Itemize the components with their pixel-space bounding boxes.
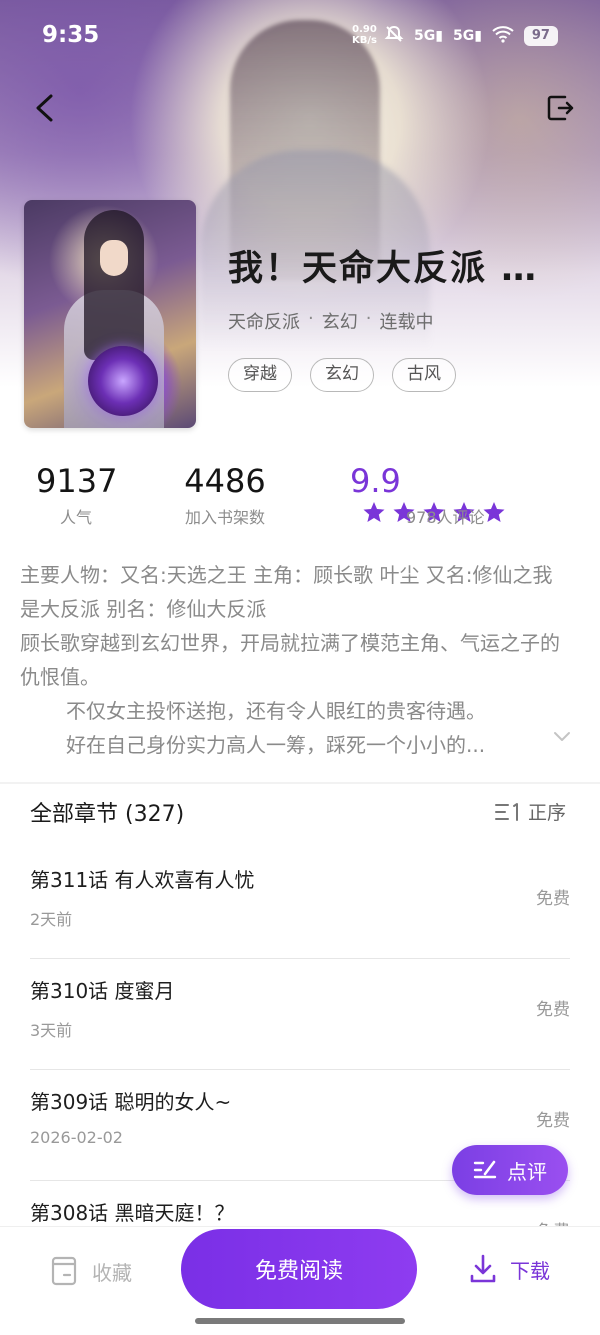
status-icons: 5G▮ 5G▮ 97 (384, 24, 558, 48)
signal-label-2: 5G (452, 28, 475, 44)
download-label: 下载 (510, 1258, 550, 1283)
meta-separator: · (365, 308, 372, 329)
signal-label-1: 5G (414, 28, 436, 44)
description-line: 好在自己身份实力高人一筹，踩死一个小小的... (66, 733, 486, 757)
signal-icon-2: 5G▮ (452, 28, 482, 44)
star-icon (483, 502, 505, 522)
chapter-title: 第309话 聪明的女人~ (30, 1090, 232, 1114)
book-title: 我！天命大反派 … (228, 249, 539, 289)
chapter-fee: 免费 (536, 1000, 570, 1020)
share-button[interactable] (540, 88, 580, 128)
cover-hair (84, 210, 144, 360)
rating-count: 978人评论 (406, 508, 485, 527)
cover-orb (88, 346, 158, 416)
review-label: 点评 (507, 1159, 547, 1184)
download-button[interactable]: 下载 (468, 1253, 550, 1285)
read-free-button[interactable]: 免费阅读 (181, 1229, 417, 1309)
sort-icon (495, 802, 518, 821)
chapter-item[interactable]: 第310话 度蜜月 3天前 免费 (30, 959, 570, 1070)
chapter-date: 2026-02-02 (30, 1128, 123, 1147)
chevron-down-icon[interactable] (552, 726, 572, 746)
status-bar: 9:35 0.90 KB/s 5G▮ 5G▮ 97 (0, 0, 600, 72)
status-time: 9:35 (42, 22, 100, 48)
chapter-date: 2天前 (30, 910, 73, 929)
shelf-label: 加入书架数 (184, 508, 265, 527)
popularity-stat: 9137 人气 (36, 462, 118, 528)
description-line: 顾长歌穿越到玄幻世界，开局就拉满了模范主角、气运之子的仇恨值。 (20, 631, 560, 689)
chevron-left-icon (36, 94, 53, 122)
download-icon (470, 1254, 496, 1283)
chapter-title: 第310话 度蜜月 (30, 979, 175, 1003)
description-line: 主要人物：又名:天选之王 主角：顾长歌 叶尘 又名:修仙之我是大反派 别名：修仙… (20, 563, 553, 621)
signal-icon-1: 5G▮ (414, 28, 443, 44)
favorite-label: 收藏 (92, 1260, 132, 1285)
rating-score: 9.9 (350, 462, 401, 500)
tag-list: 穿越 玄幻 古风 (228, 358, 456, 392)
wifi-icon (492, 25, 514, 47)
home-indicator[interactable] (195, 1318, 405, 1324)
battery-indicator: 97 (523, 26, 558, 46)
section-divider (0, 782, 600, 784)
tag-chip[interactable]: 古风 (392, 358, 456, 392)
star-icon (363, 502, 385, 522)
pen-icon (473, 1160, 497, 1179)
chapter-title: 第311话 有人欢喜有人忧 (30, 868, 255, 892)
chapter-item[interactable]: 第311话 有人欢喜有人忧 2天前 免费 (30, 848, 570, 959)
sort-toggle[interactable]: 正序 (494, 798, 566, 825)
description-line-truncated: 好在自己身份实力高人一筹，踩死一个小小的... (20, 728, 560, 762)
back-button[interactable] (24, 88, 64, 128)
share-icon (547, 95, 574, 121)
rating-stat[interactable]: 9.9 978人评论 (350, 462, 550, 527)
mute-icon (384, 24, 404, 48)
shelf-stat: 4486 加入书架数 (175, 462, 275, 528)
sort-label: 正序 (528, 802, 567, 824)
book-cover[interactable] (24, 200, 196, 428)
bookshelf-icon (51, 1256, 77, 1286)
chapter-fee: 免费 (536, 1111, 570, 1131)
chapter-date: 3天前 (30, 1021, 73, 1040)
book-genre: 玄幻 (321, 312, 358, 333)
chapter-list-header: 全部章节 (327) (30, 802, 185, 827)
chapter-fee: 免费 (536, 889, 570, 909)
meta-separator: · (308, 308, 314, 329)
shelf-value: 4486 (184, 462, 266, 500)
review-button[interactable]: 点评 (452, 1145, 568, 1195)
book-status: 连载中 (379, 312, 434, 333)
popularity-value: 9137 (36, 462, 118, 500)
tag-chip[interactable]: 玄幻 (310, 358, 374, 392)
chapter-title: 第308话 黑暗天庭！？ (30, 1201, 235, 1225)
favorite-button[interactable]: 收藏 (50, 1255, 132, 1287)
book-author[interactable]: 天命反派 (228, 308, 300, 334)
book-description[interactable]: 主要人物：又名:天选之王 主角：顾长歌 叶尘 又名:修仙之我是大反派 别名：修仙… (20, 558, 560, 762)
network-speed: 0.90 KB/s (352, 24, 377, 46)
book-meta: 天命反派 · 玄幻 · 连载中 (228, 308, 433, 334)
description-line: 不仅女主投怀送抱，还有令人眼红的贵客待遇。 (66, 699, 486, 723)
network-speed-value: 0.90 (352, 24, 377, 35)
network-speed-unit: KB/s (352, 35, 377, 46)
popularity-label: 人气 (59, 508, 92, 527)
tag-chip[interactable]: 穿越 (228, 358, 292, 392)
cover-face (100, 240, 128, 276)
